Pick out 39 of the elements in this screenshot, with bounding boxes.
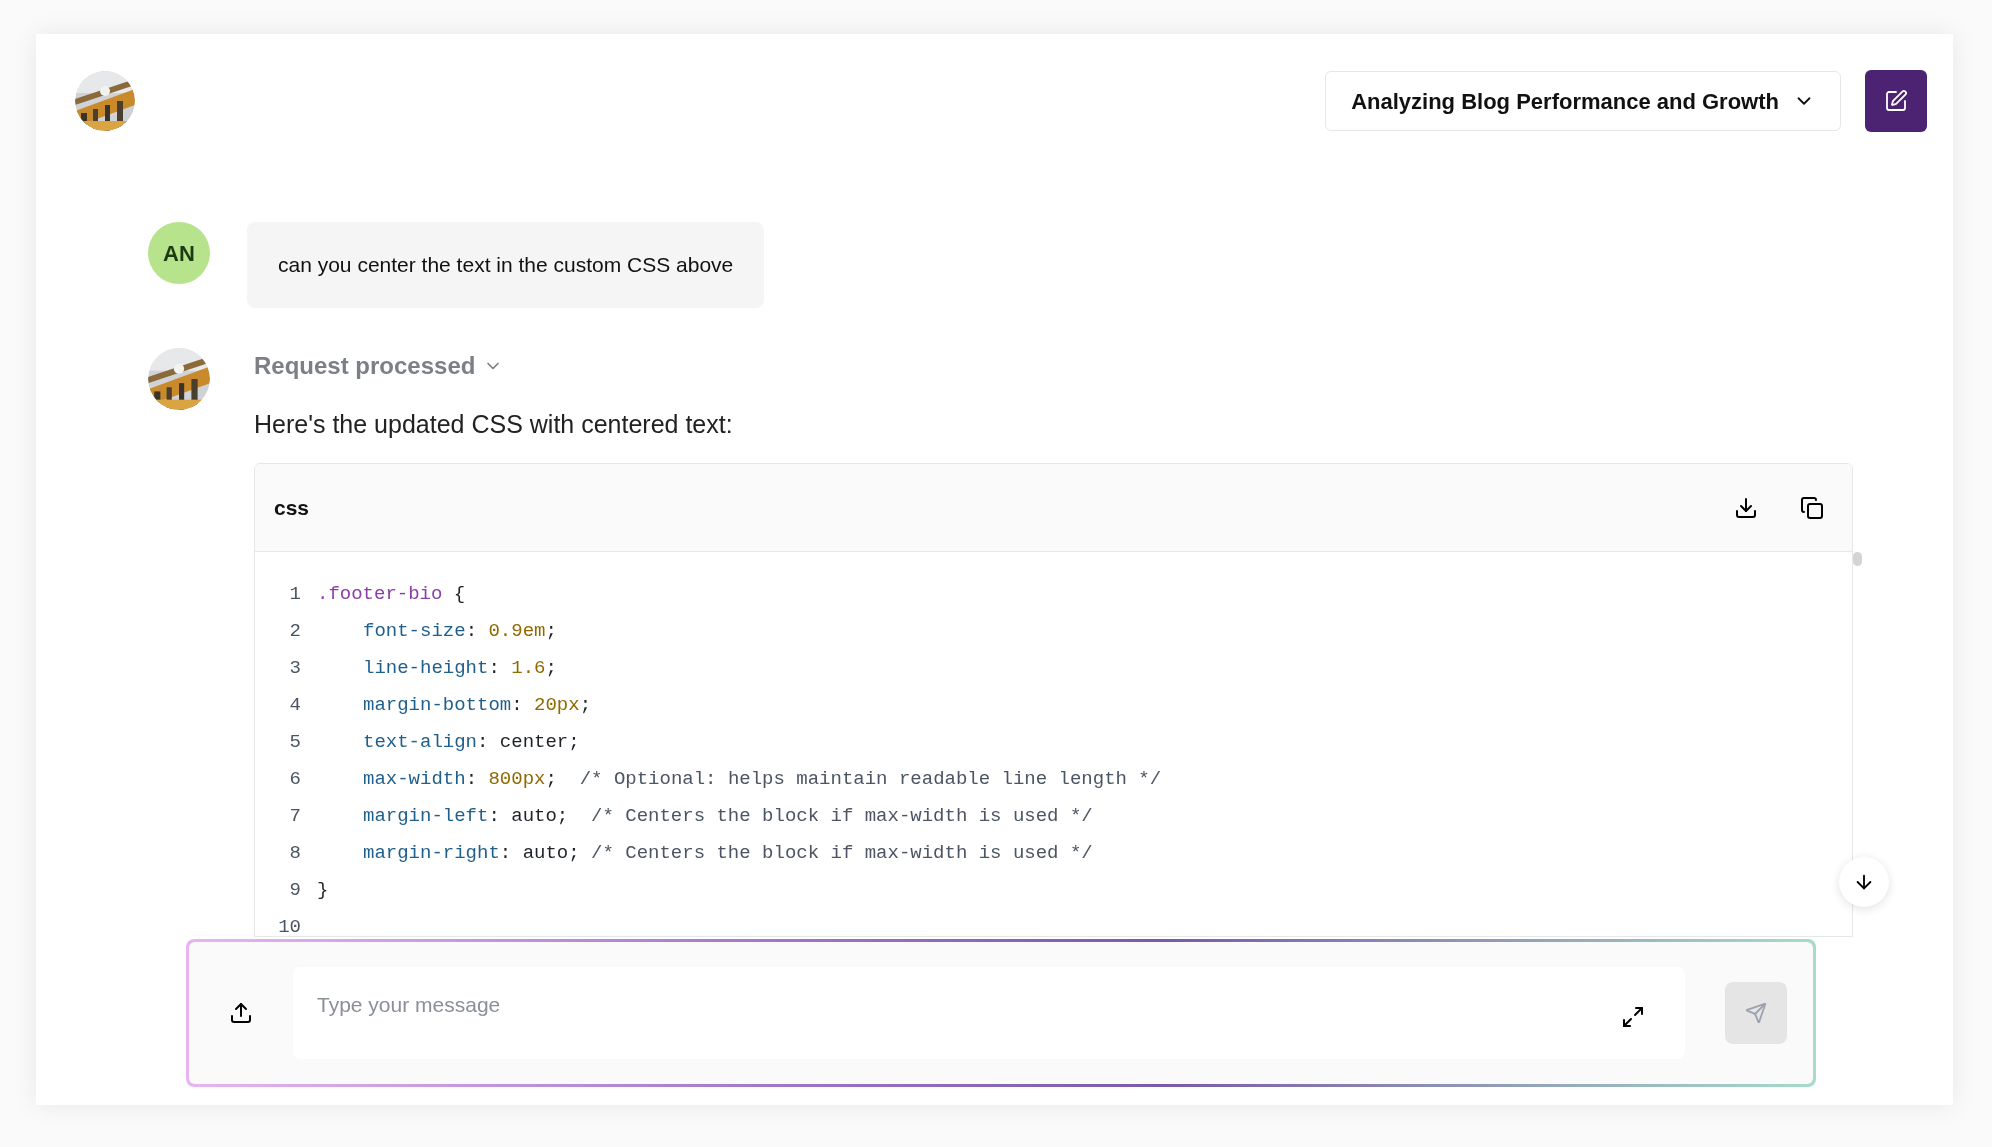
copy-button[interactable] [1800,495,1824,520]
user-message: can you center the text in the custom CSS above [247,222,765,308]
code-line: line-height: 1.6; [362,656,557,682]
line-number: 4 [288,693,302,719]
code-line: margin-right: auto; /* Centers the block if max-width is used */ [362,841,1093,867]
message-field[interactable]: Type your message [293,967,1685,1059]
download-icon [1734,495,1758,520]
copy-icon [1800,495,1824,520]
line-number: 3 [288,656,302,682]
scroll-down-button[interactable] [1839,857,1889,907]
code-line: text-align: center; [362,730,580,756]
send-icon [1745,1002,1767,1024]
new-chat-button[interactable] [1865,70,1927,132]
scrollbar-thumb [1853,552,1862,566]
status-toggle[interactable]: Request processed [254,347,504,384]
code-line: max-width: 800px; /* Optional: helps maintain readable line length */ [362,767,1162,793]
upload-icon [229,1001,253,1025]
upload-button[interactable] [229,1001,253,1025]
code-line: } [317,878,329,904]
expand-icon [1621,1005,1645,1029]
line-number: 6 [288,767,302,793]
line-number: 2 [288,619,302,645]
conversation-title-dropdown[interactable]: Analyzing Blog Performance and Growth [1325,71,1841,131]
code-line: margin-left: auto; /* Centers the block if max-width is used */ [362,804,1093,830]
edit-icon [1884,89,1908,113]
response-text: Here's the updated CSS with centered text: [254,408,734,440]
code-line: font-size: 0.9em; [362,619,557,645]
code-line: .footer-bio { [317,582,466,608]
code-language: css [274,494,310,521]
line-number: 9 [288,878,302,904]
line-number: 5 [288,730,302,756]
download-button[interactable] [1734,495,1758,520]
line-number: 1 [288,582,302,608]
line-number: 7 [288,804,302,830]
line-number: 10 [277,915,302,936]
message-input[interactable]: Type your message [317,989,1621,1021]
code-line: margin-bottom: 20px; [362,693,592,719]
line-number: 8 [288,841,302,867]
user-avatar: AN [148,222,210,284]
